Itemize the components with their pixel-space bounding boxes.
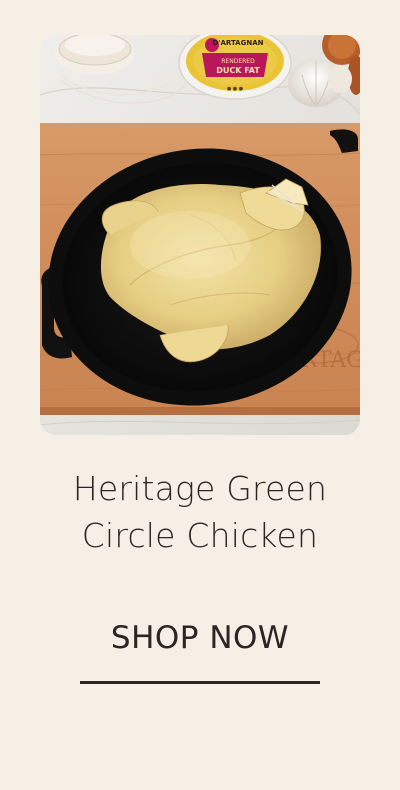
shop-now-underline bbox=[80, 681, 320, 684]
product-image[interactable]: D'ARTAGNAN RENDERED DUCK FAT ● ● ● TAG bbox=[40, 35, 360, 435]
shop-now-button[interactable]: SHOP NOW bbox=[80, 615, 320, 687]
product-title[interactable]: Heritage Green Circle Chicken bbox=[0, 465, 400, 559]
svg-text:RENDERED: RENDERED bbox=[221, 58, 255, 65]
svg-text:● ● ●: ● ● ● bbox=[227, 86, 244, 92]
product-title-line-2: Circle Chicken bbox=[81, 516, 319, 555]
chicken-roasting-pan-photo: D'ARTAGNAN RENDERED DUCK FAT ● ● ● TAG bbox=[40, 35, 360, 435]
shop-now-label: SHOP NOW bbox=[110, 620, 290, 656]
product-card[interactable]: D'ARTAGNAN RENDERED DUCK FAT ● ● ● TAG H… bbox=[0, 0, 400, 790]
product-title-line-1: Heritage Green bbox=[72, 469, 328, 508]
svg-text:DUCK FAT: DUCK FAT bbox=[216, 66, 260, 75]
duck-fat-tub: D'ARTAGNAN RENDERED DUCK FAT ● ● ● bbox=[178, 35, 292, 100]
svg-text:D'ARTAGNAN: D'ARTAGNAN bbox=[213, 39, 264, 47]
